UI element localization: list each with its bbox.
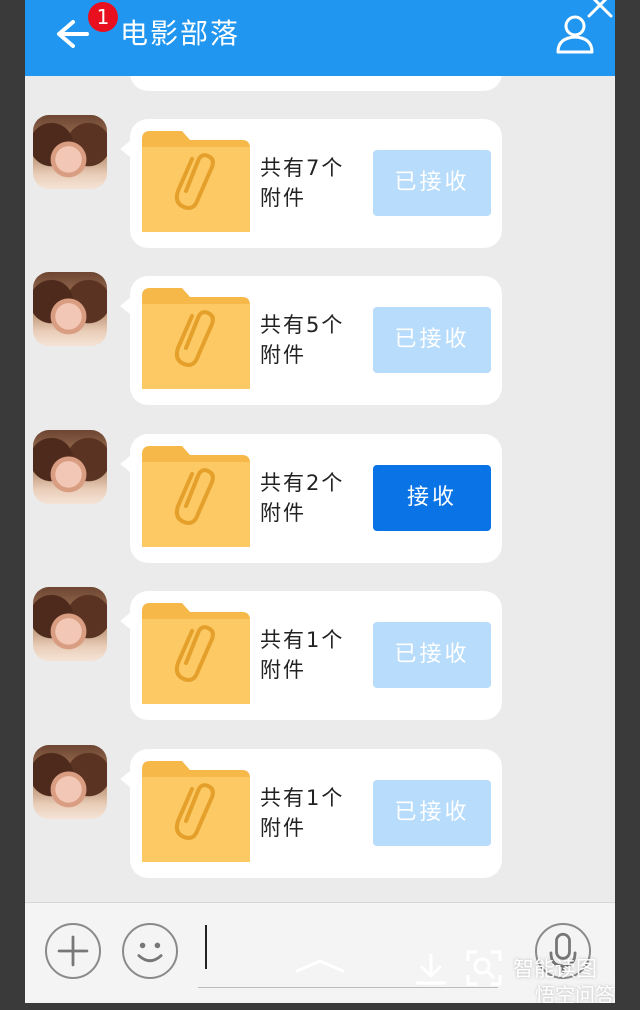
attachment-count: 共有1个附件 [260,786,345,840]
attachment-count: 共有1个附件 [260,628,345,682]
sender-avatar[interactable] [33,115,107,189]
attachment-count: 共有7个附件 [260,156,345,210]
sender-avatar[interactable] [33,272,107,346]
plus-icon[interactable] [45,923,101,979]
chevron-up-icon [295,959,345,973]
message-bubble[interactable]: 共有1个附件 已接收 [120,591,502,720]
file-message: 共有5个附件 已接收 [25,272,615,407]
chat-header: 1 电影部落 [25,0,615,76]
receive-button[interactable]: 已接收 [373,622,491,688]
receive-button[interactable]: 已接收 [373,780,491,846]
receive-button[interactable]: 接收 [373,465,491,531]
input-bar: 智能读图 悟空问答 [25,902,615,1003]
paperclip-folder-icon [142,131,250,232]
message-input[interactable] [198,987,498,988]
text-input-cursor [205,925,207,969]
phone-screen: 1 电影部落 共有7个附件 已接收 共有5个附件 已接收 共有2个附件 接收 共… [25,0,615,1003]
download-icon [415,953,447,985]
receive-button[interactable]: 已接收 [373,307,491,373]
receive-button[interactable]: 已接收 [373,150,491,216]
sender-avatar[interactable] [33,745,107,819]
smiley-icon[interactable] [122,923,178,979]
paperclip-folder-icon [142,603,250,704]
file-message: 共有2个附件 接收 [25,430,615,565]
paperclip-folder-icon [142,288,250,389]
close-icon[interactable] [585,0,615,20]
file-message: 共有1个附件 已接收 [25,587,615,722]
unread-badge: 1 [88,2,118,32]
paperclip-folder-icon [142,446,250,547]
sender-avatar[interactable] [33,587,107,661]
attachment-count: 共有5个附件 [260,313,345,367]
watermark-line2: 悟空问答 [535,983,615,1003]
message-list[interactable]: 共有7个附件 已接收 共有5个附件 已接收 共有2个附件 接收 共有1个附件 已… [25,76,615,902]
file-message: 共有1个附件 已接收 [25,745,615,880]
attachment-count: 共有2个附件 [260,471,345,525]
message-bubble[interactable]: 共有7个附件 已接收 [120,119,502,248]
previous-message-bubble [130,76,502,91]
back-arrow-icon[interactable] [51,16,91,52]
scan-search-icon [466,950,502,986]
chat-title: 电影部落 [120,17,241,50]
file-message: 共有7个附件 已接收 [25,115,615,250]
paperclip-folder-icon [142,761,250,862]
message-bubble[interactable]: 共有1个附件 已接收 [120,749,502,878]
message-bubble[interactable]: 共有2个附件 接收 [120,434,502,563]
message-bubble[interactable]: 共有5个附件 已接收 [120,276,502,405]
sender-avatar[interactable] [33,430,107,504]
